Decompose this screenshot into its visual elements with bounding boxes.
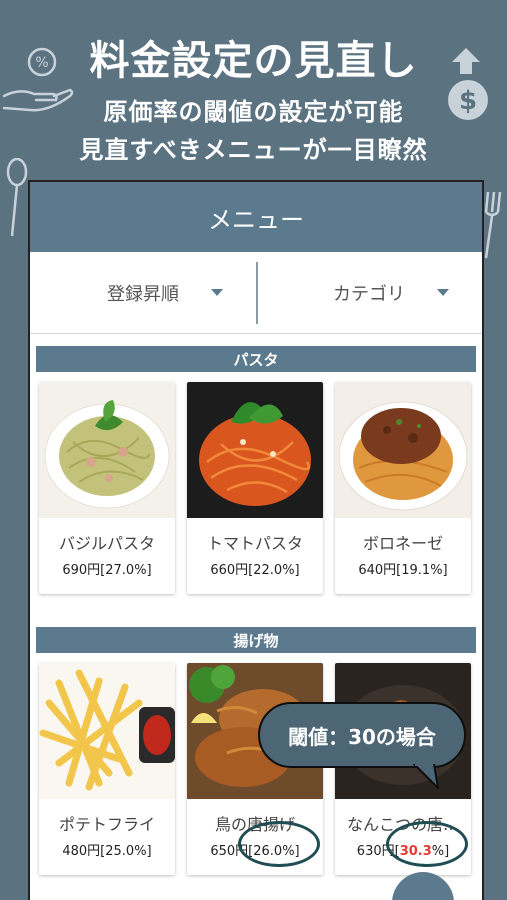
menu-card-bolognese[interactable]: ボロネーゼ 640円[19.1%] xyxy=(335,382,471,594)
app-bar-title: メニュー xyxy=(208,205,304,234)
menu-item-price: 660円[22.0%] xyxy=(210,563,300,578)
menu-item-name: ポテトフライ xyxy=(58,815,155,834)
fork-icon xyxy=(484,191,502,259)
sort-dropdown-label: 登録昇順 xyxy=(107,283,179,305)
subline-1: 原価率の閾値の設定が可能 xyxy=(103,98,404,126)
subline-2: 見直すべきメニューが一目瞭然 xyxy=(79,136,428,164)
callout-tail xyxy=(413,764,439,789)
section-header-fried: 揚げ物 xyxy=(36,627,476,653)
food-photo xyxy=(187,382,323,518)
food-photo xyxy=(39,663,175,799)
caret-down-icon xyxy=(211,289,223,296)
menu-item-name: バジルパスタ xyxy=(58,534,155,553)
menu-item-name: トマトパスタ xyxy=(206,534,303,553)
section-title: 揚げ物 xyxy=(233,631,279,650)
app-bar: メニュー xyxy=(30,182,482,252)
headline: 料金設定の見直し xyxy=(89,38,418,84)
section-title: パスタ xyxy=(233,350,279,369)
category-dropdown[interactable]: カテゴリ xyxy=(256,252,482,333)
menu-item-price: 690円[27.0%] xyxy=(62,563,152,578)
caret-down-icon xyxy=(437,289,449,296)
menu-item-price: 640円[19.1%] xyxy=(358,563,448,578)
phone-screen: メニュー 登録昇順 カテゴリ パスタ バジルパスタ 690円[27.0%] トマ… xyxy=(28,180,484,900)
threshold-callout: 閾値：30の場合 xyxy=(258,702,466,768)
threshold-callout-text: 閾値：30の場合 xyxy=(288,724,436,749)
highlight-ring-karaage xyxy=(238,821,320,867)
food-photo xyxy=(39,382,175,518)
section-header-pasta: パスタ xyxy=(36,346,476,372)
menu-card-tomato-pasta[interactable]: トマトパスタ 660円[22.0%] xyxy=(187,382,323,594)
menu-card-french-fries[interactable]: ポテトフライ 480円[25.0%] xyxy=(39,663,175,875)
menu-item-price: 480円[25.0%] xyxy=(62,844,152,859)
menu-item-name: ボロネーゼ xyxy=(362,534,443,553)
category-dropdown-label: カテゴリ xyxy=(333,283,405,305)
food-photo xyxy=(335,382,471,518)
menu-card-basil-pasta[interactable]: バジルパスタ 690円[27.0%] xyxy=(39,382,175,594)
filter-bar: 登録昇順 カテゴリ xyxy=(30,252,482,334)
highlight-ring-nankotsu xyxy=(386,821,468,867)
promo-banner: % $ 料金設定の見直し 原価率の閾値の設定が可能 見直すべきメニューが一目瞭然 xyxy=(0,0,507,259)
sort-dropdown[interactable]: 登録昇順 xyxy=(30,252,256,333)
